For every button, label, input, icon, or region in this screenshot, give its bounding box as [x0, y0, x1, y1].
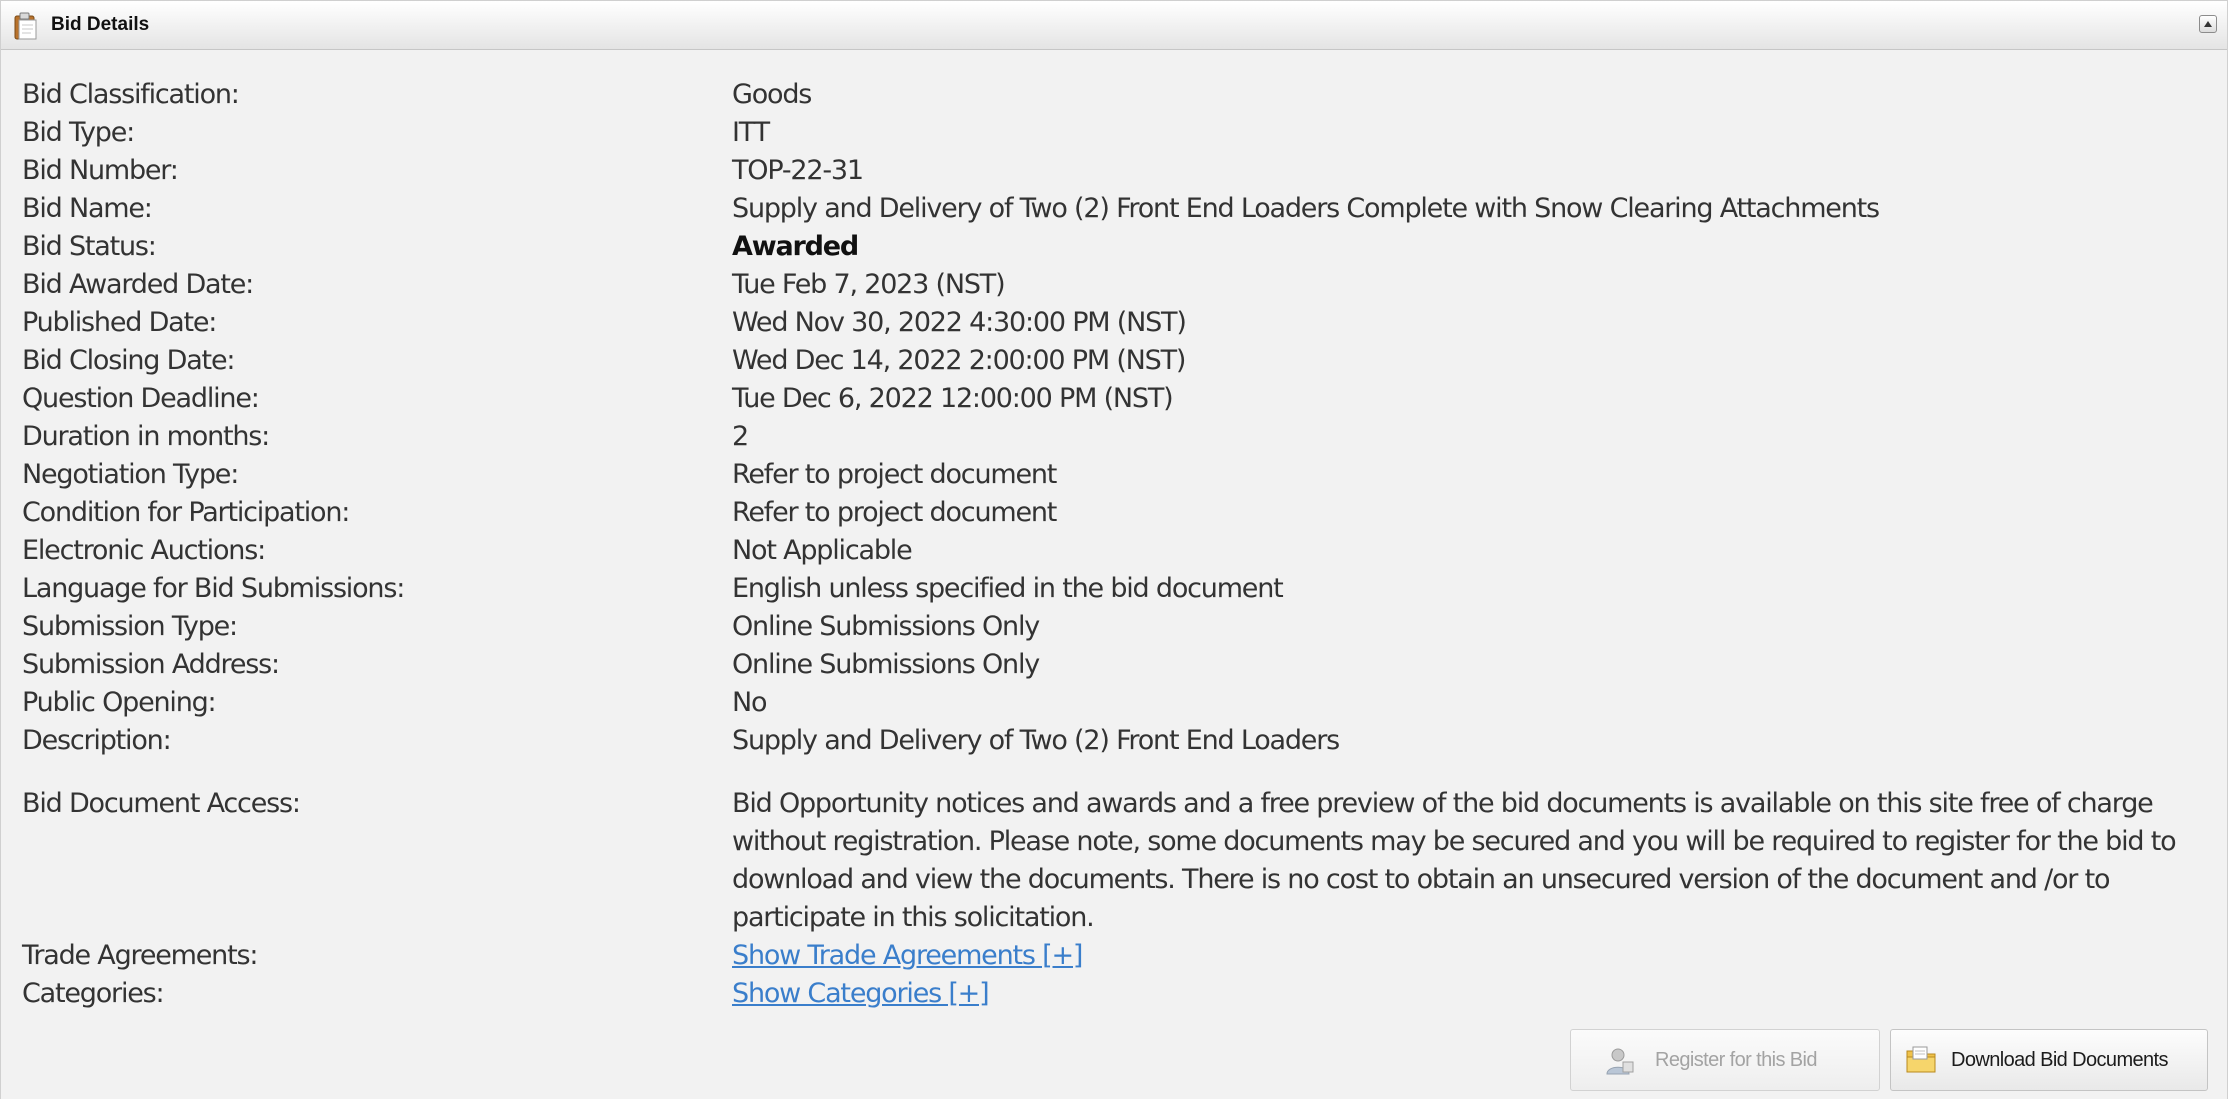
field-label: Bid Type: [22, 117, 135, 148]
row-submission-address: Submission Address: Online Submissions O… [1, 646, 2227, 684]
field-value: Tue Dec 6, 2022 12:00:00 PM (NST) [732, 383, 1174, 414]
collapse-up-icon[interactable] [2199, 15, 2217, 33]
document-access-text: Bid Opportunity notices and awards and a… [732, 788, 2177, 933]
field-value: English unless specified in the bid docu… [732, 573, 1284, 604]
field-label: Bid Name: [22, 193, 153, 224]
panel-title: Bid Details [51, 14, 150, 35]
field-label: Negotiation Type: [22, 459, 239, 490]
field-label: Language for Bid Submissions: [22, 573, 405, 604]
row-bid-status: Bid Status: Awarded [1, 228, 2227, 266]
row-bid-awarded-date: Bid Awarded Date: Tue Feb 7, 2023 (NST) [1, 266, 2227, 304]
field-label: Duration in months: [22, 421, 270, 452]
field-value: Goods [732, 79, 812, 110]
field-label: Description: [22, 725, 172, 756]
field-label: Question Deadline: [22, 383, 260, 414]
register-for-bid-button[interactable]: Register for this Bid [1570, 1029, 1880, 1091]
field-label: Condition for Participation: [22, 497, 350, 528]
field-label: Categories: [22, 978, 165, 1009]
field-label: Published Date: [22, 307, 217, 338]
row-closing-date: Bid Closing Date: Wed Dec 14, 2022 2:00:… [1, 342, 2227, 380]
field-value: Supply and Delivery of Two (2) Front End… [732, 193, 1880, 224]
field-value: 2 [732, 421, 749, 452]
register-button-label: Register for this Bid [1655, 1049, 1818, 1071]
row-bid-classification: Bid Classification: Goods [1, 76, 2227, 114]
user-register-icon [1605, 1046, 1635, 1082]
status-value: Awarded [732, 231, 859, 262]
field-label: Trade Agreements: [22, 940, 258, 971]
field-value: Supply and Delivery of Two (2) Front End… [732, 725, 1340, 756]
field-label: Bid Status: [22, 231, 157, 262]
field-value: TOP-22-31 [732, 155, 864, 186]
field-label: Bid Closing Date: [22, 345, 235, 376]
bid-details-list: Bid Classification: Goods Bid Type: ITT … [1, 76, 2227, 1013]
field-value: Online Submissions Only [732, 649, 1040, 680]
row-bid-name: Bid Name: Supply and Delivery of Two (2)… [1, 190, 2227, 228]
download-button-label: Download Bid Documents [1951, 1049, 2169, 1071]
row-published-date: Published Date: Wed Nov 30, 2022 4:30:00… [1, 304, 2227, 342]
row-bid-number: Bid Number: TOP-22-31 [1, 152, 2227, 190]
field-value: Wed Nov 30, 2022 4:30:00 PM (NST) [732, 307, 1187, 338]
clipboard-icon [13, 12, 39, 40]
row-submission-type: Submission Type: Online Submissions Only [1, 608, 2227, 646]
row-bid-type: Bid Type: ITT [1, 114, 2227, 152]
download-bid-documents-button[interactable]: Download Bid Documents [1890, 1029, 2208, 1091]
field-label: Bid Number: [22, 155, 179, 186]
row-electronic-auctions: Electronic Auctions: Not Applicable [1, 532, 2227, 570]
field-value: Not Applicable [732, 535, 913, 566]
row-condition-participation: Condition for Participation: Refer to pr… [1, 494, 2227, 532]
field-value: Wed Dec 14, 2022 2:00:00 PM (NST) [732, 345, 1186, 376]
row-negotiation-type: Negotiation Type: Refer to project docum… [1, 456, 2227, 494]
panel-header: Bid Details [1, 0, 2227, 50]
show-trade-agreements-link[interactable]: Show Trade Agreements [+] [732, 940, 1083, 971]
folder-download-icon [1905, 1045, 1937, 1081]
field-value: No [732, 687, 768, 718]
row-bid-document-access: Bid Document Access: Bid Opportunity not… [1, 785, 2227, 937]
field-value: Refer to project document [732, 497, 1057, 528]
field-value: Online Submissions Only [732, 611, 1040, 642]
row-question-deadline: Question Deadline: Tue Dec 6, 2022 12:00… [1, 380, 2227, 418]
field-label: Bid Classification: [22, 79, 240, 110]
field-label: Bid Document Access: [22, 788, 301, 819]
row-description: Description: Supply and Delivery of Two … [1, 722, 2227, 760]
bid-details-panel: Bid Details Bid Classification: Goods Bi… [0, 0, 2228, 1099]
row-categories: Categories: Show Categories [+] [1, 975, 2227, 1013]
row-language: Language for Bid Submissions: English un… [1, 570, 2227, 608]
field-label: Bid Awarded Date: [22, 269, 254, 300]
row-public-opening: Public Opening: No [1, 684, 2227, 722]
field-label: Submission Address: [22, 649, 280, 680]
field-label: Public Opening: [22, 687, 217, 718]
field-value: ITT [732, 117, 770, 148]
field-label: Submission Type: [22, 611, 238, 642]
field-label: Electronic Auctions: [22, 535, 266, 566]
row-duration: Duration in months: 2 [1, 418, 2227, 456]
field-value: Tue Feb 7, 2023 (NST) [732, 269, 1006, 300]
show-categories-link[interactable]: Show Categories [+] [732, 978, 990, 1009]
field-value: Refer to project document [732, 459, 1057, 490]
row-trade-agreements: Trade Agreements: Show Trade Agreements … [1, 937, 2227, 975]
